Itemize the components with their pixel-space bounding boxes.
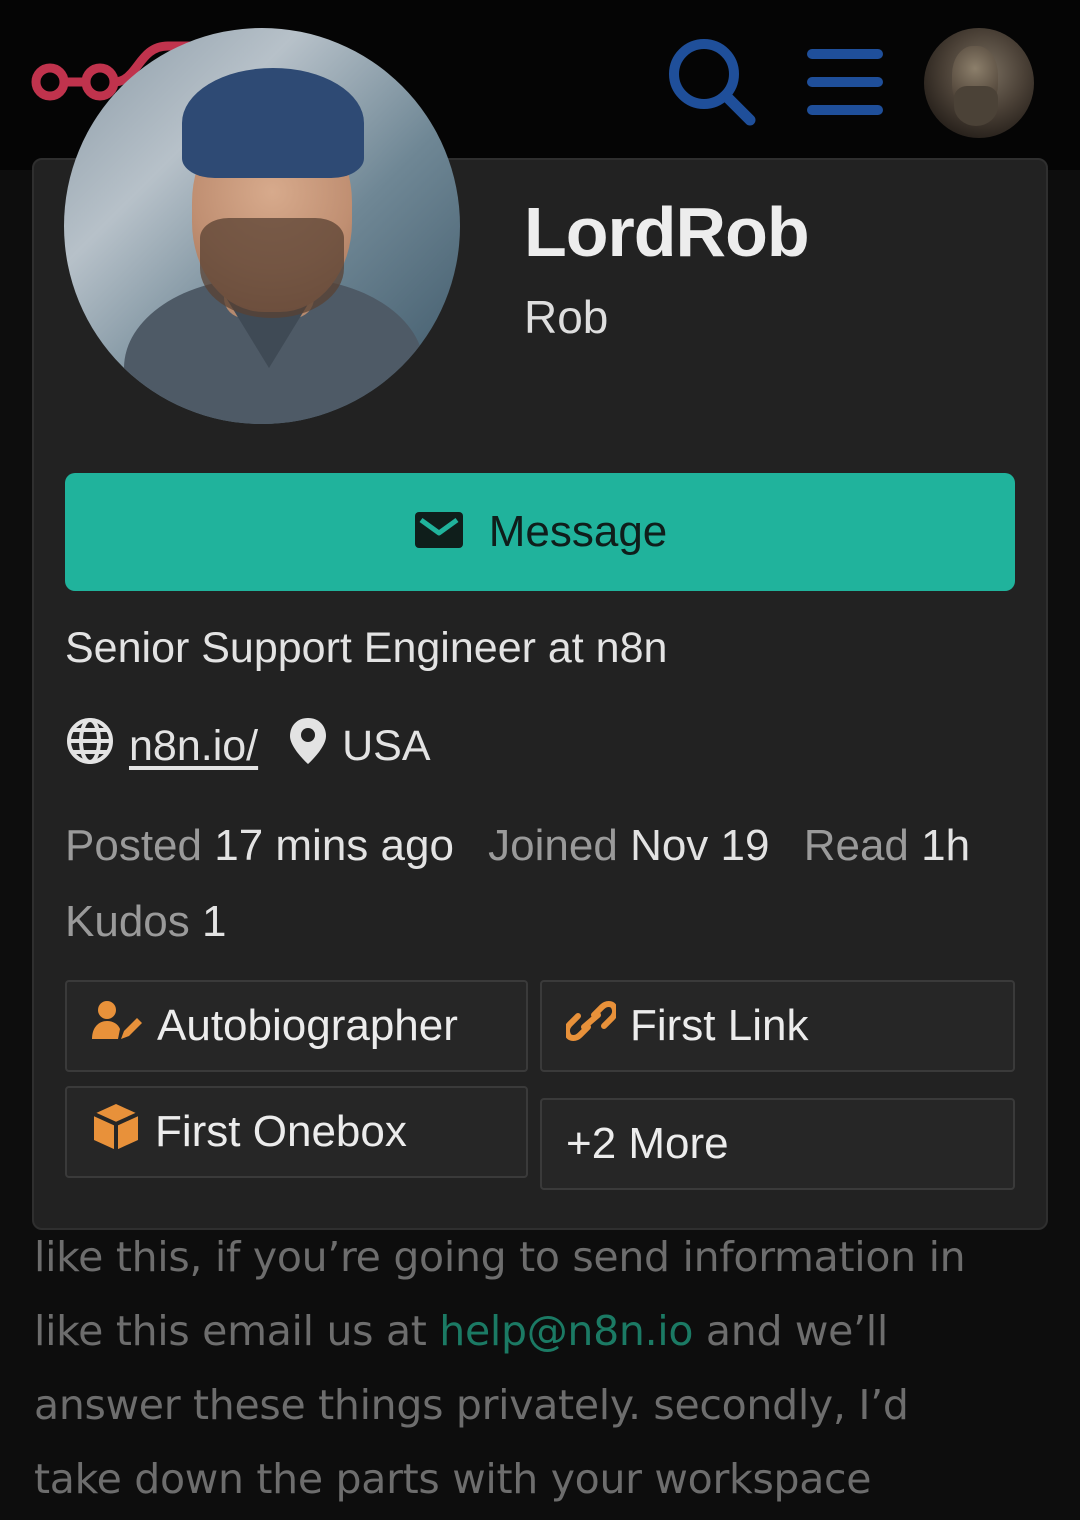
post-line: answer these things privately. secondly,… [34,1381,909,1429]
stat-label: Posted [65,821,202,870]
full-name: Rob [524,291,609,343]
stat-read: Read 1h [804,821,970,870]
user-pen-icon [91,999,143,1054]
stat-label: Kudos [65,897,190,946]
email-link[interactable]: help@n8n.io [439,1307,693,1355]
user-stats: Posted 17 mins ago Joined Nov 19 Read 1h… [65,808,1015,960]
stat-value: Nov 19 [630,821,770,870]
stat-kudos: Kudos 1 [65,897,226,946]
stat-value: 1h [921,821,971,870]
profile-avatar[interactable] [64,28,460,424]
post-text: like this email us at [34,1307,440,1355]
stat-label: Read [803,821,909,870]
user-location-row: n8n.io/ USA [65,716,431,776]
cube-icon [91,1102,141,1163]
search-icon[interactable] [662,34,762,134]
map-pin-icon [288,716,328,777]
location-text: USA [342,721,431,770]
badge-first-onebox[interactable]: First Onebox [65,1086,528,1178]
website-link[interactable]: n8n.io/ [129,722,258,771]
post-line: like this email us at help@n8n.io and we… [34,1294,1044,1368]
globe-icon [65,716,115,777]
post-line: take down the parts with your workspace [34,1455,872,1503]
badge-first-link[interactable]: First Link [540,980,1015,1072]
post-line: like this, if you’re going to send infor… [34,1233,966,1281]
avatar-beanie [182,68,364,178]
badge-label: Autobiographer [157,1001,458,1050]
more-badges-button[interactable]: +2 More [540,1098,1015,1190]
current-user-avatar[interactable] [924,28,1034,138]
username[interactable]: LordRob [524,192,810,272]
avatar-beard [200,218,344,318]
badge-label: First Onebox [155,1107,407,1156]
envelope-icon [413,510,465,554]
avatar-beard [954,86,998,126]
badge-autobiographer[interactable]: Autobiographer [65,980,528,1072]
stat-label: Joined [488,821,618,870]
stat-joined: Joined Nov 19 [488,821,769,870]
message-button-label: Message [488,507,668,556]
stat-value[interactable]: 17 mins ago [214,821,454,870]
post-body: like this, if you’re going to send infor… [34,1220,1044,1516]
stat-value: 1 [202,897,227,946]
stat-posted: Posted 17 mins ago [65,821,454,870]
user-title: Senior Support Engineer at n8n [65,624,668,672]
message-button[interactable]: Message [65,473,1015,591]
badge-label: First Link [630,1001,809,1050]
post-text: and we’ll [693,1307,888,1355]
hamburger-menu-icon[interactable] [800,42,890,122]
link-icon [563,999,619,1054]
badge-label: +2 More [566,1119,729,1168]
